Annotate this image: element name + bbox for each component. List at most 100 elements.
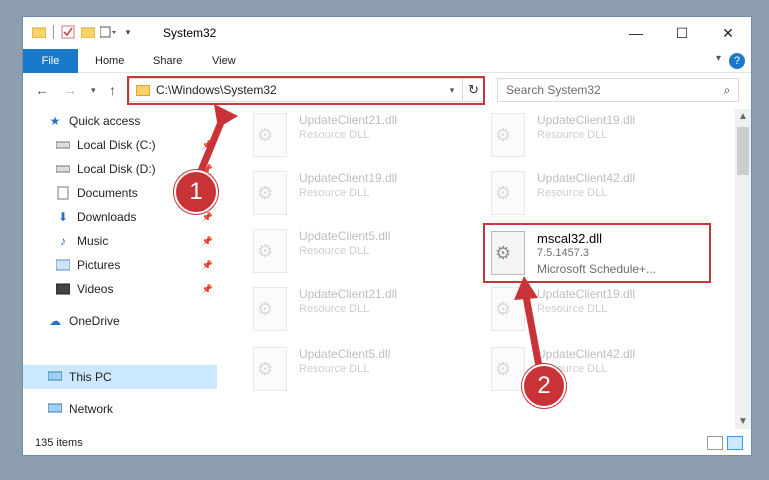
file-item[interactable]: ⚙ UpdateClient21.dll Resource DLL — [247, 109, 477, 163]
file-item[interactable]: ⚙ UpdateClient19.dll Resource DLL — [247, 167, 477, 221]
sidebar-item-label: Downloads — [77, 210, 137, 224]
maximize-button[interactable]: ☐ — [659, 17, 705, 49]
network-icon — [47, 401, 63, 417]
pictures-icon — [55, 257, 71, 273]
file-name: UpdateClient5.dll — [299, 229, 391, 243]
forward-arrow-icon[interactable]: → — [63, 82, 77, 98]
minimize-button[interactable]: — — [613, 17, 659, 49]
details-view-icon[interactable] — [707, 436, 723, 450]
file-item[interactable]: ⚙ UpdateClient19.dll Resource DLL — [485, 109, 715, 163]
scrollbar-thumb[interactable] — [737, 127, 749, 175]
recent-locations-icon[interactable]: ▾ — [91, 85, 96, 96]
chevron-down-icon[interactable]: ▾ — [120, 24, 136, 40]
sidebar-item-label: Documents — [77, 186, 138, 200]
sidebar-item-label: Videos — [77, 282, 114, 296]
sidebar-item-label: Quick access — [69, 114, 141, 128]
file-item[interactable]: ⚙ UpdateClient21.dll Resource DLL — [247, 283, 477, 337]
gear-icon: ⚙ — [495, 183, 512, 203]
gear-icon: ⚙ — [257, 359, 274, 379]
title-bar: ▾ System32 — ☐ ✕ — [23, 17, 751, 49]
sidebar-item-quick-access[interactable]: ★ Quick access — [23, 109, 217, 133]
up-arrow-icon[interactable]: ↑ — [109, 82, 116, 98]
file-type: Resource DLL — [537, 129, 608, 141]
file-name: UpdateClient19.dll — [299, 171, 398, 185]
window-controls: — ☐ ✕ — [613, 17, 751, 49]
help-icon[interactable]: ? — [729, 53, 745, 69]
pin-icon[interactable]: 📌 — [202, 236, 213, 247]
toolbar-separator — [53, 25, 54, 39]
file-item[interactable]: ⚙ UpdateClient5.dll Resource DLL — [247, 225, 477, 279]
sidebar-item-onedrive[interactable]: ☁ OneDrive — [23, 309, 217, 333]
gear-icon: ⚙ — [257, 183, 274, 203]
tab-home[interactable]: Home — [95, 49, 124, 73]
file-item[interactable]: ⚙ UpdateClient5.dll Resource DLL — [247, 343, 477, 397]
quick-access-toolbar: ▾ — [31, 24, 136, 40]
download-icon: ⬇ — [57, 210, 69, 224]
file-type: Resource DLL — [299, 129, 370, 141]
documents-icon — [55, 185, 71, 201]
file-name: UpdateClient19.dll — [537, 113, 636, 127]
sidebar-item-label: Local Disk (C:) — [77, 138, 156, 152]
file-name: UpdateClient5.dll — [299, 347, 391, 361]
navigation-pane: ★ Quick access Local Disk (C:) 📌 Local D… — [23, 109, 217, 429]
sidebar-item-label: Music — [77, 234, 109, 248]
scroll-up-icon[interactable]: ▲ — [738, 111, 748, 122]
gear-icon: ⚙ — [257, 241, 274, 261]
back-arrow-icon[interactable]: ← — [35, 82, 49, 98]
gear-icon: ⚙ — [257, 299, 274, 319]
file-type: Resource DLL — [537, 187, 608, 199]
file-explorer-window: ▾ System32 — ☐ ✕ File Home Share View ▾ … — [22, 16, 752, 456]
search-box[interactable]: Search System32 ⌕ — [497, 78, 739, 102]
file-type: Resource DLL — [299, 187, 370, 199]
file-type: Resource DLL — [299, 303, 370, 315]
window-title: System32 — [163, 26, 217, 40]
tab-file[interactable]: File — [23, 49, 78, 73]
step-1-badge: 1 — [174, 170, 218, 214]
customize-icon[interactable] — [100, 24, 116, 40]
file-highlight — [483, 223, 711, 283]
search-icon[interactable]: ⌕ — [716, 83, 738, 98]
search-input[interactable]: Search System32 — [498, 83, 716, 97]
sidebar-item-label: This PC — [69, 370, 112, 384]
drive-icon — [55, 137, 71, 153]
gear-icon: ⚙ — [495, 125, 512, 145]
status-bar: 135 items — [23, 431, 751, 455]
sidebar-item-network[interactable]: Network — [23, 397, 217, 421]
sidebar-item-pictures[interactable]: Pictures 📌 — [23, 253, 217, 277]
music-icon: ♪ — [60, 234, 66, 248]
vertical-scrollbar[interactable]: ▲ ▼ — [735, 109, 751, 429]
sidebar-item-label: OneDrive — [69, 314, 120, 328]
file-name: UpdateClient21.dll — [299, 287, 398, 301]
sidebar-item-local-disk-c[interactable]: Local Disk (C:) 📌 — [23, 133, 217, 157]
file-item[interactable]: ⚙ UpdateClient19.dll Resource DLL — [485, 283, 715, 337]
sidebar-item-music[interactable]: ♪ Music 📌 — [23, 229, 217, 253]
sidebar-item-label: Local Disk (D:) — [77, 162, 156, 176]
sidebar-item-videos[interactable]: Videos 📌 — [23, 277, 217, 301]
file-type: Resource DLL — [537, 303, 608, 315]
file-type: Resource DLL — [299, 245, 370, 257]
file-name: UpdateClient42.dll — [537, 347, 636, 361]
pin-icon[interactable]: 📌 — [202, 140, 213, 151]
new-folder-icon[interactable] — [80, 24, 96, 40]
file-item[interactable]: ⚙ UpdateClient42.dll Resource DLL — [485, 167, 715, 221]
pin-icon[interactable]: 📌 — [202, 212, 213, 223]
folder-icon[interactable] — [31, 24, 47, 40]
computer-icon — [47, 369, 63, 385]
file-name: UpdateClient19.dll — [537, 287, 636, 301]
close-button[interactable]: ✕ — [705, 17, 751, 49]
videos-icon — [55, 281, 71, 297]
file-item[interactable]: ⚙ UpdateClient42.dll Resource DLL — [485, 343, 715, 397]
expand-ribbon-icon[interactable]: ▾ — [716, 53, 721, 64]
tab-share[interactable]: Share — [153, 49, 182, 73]
properties-icon[interactable] — [60, 24, 76, 40]
pin-icon[interactable]: 📌 — [202, 260, 213, 271]
tab-view[interactable]: View — [212, 49, 236, 73]
scroll-down-icon[interactable]: ▼ — [738, 416, 748, 427]
pin-icon[interactable]: 📌 — [202, 284, 213, 295]
step-2-badge: 2 — [522, 364, 566, 408]
cloud-icon: ☁ — [49, 314, 61, 328]
ribbon-tabs: File Home Share View ▾ ? — [23, 49, 751, 73]
file-name: UpdateClient42.dll — [537, 171, 636, 185]
sidebar-item-this-pc[interactable]: This PC — [23, 365, 217, 389]
large-icons-view-icon[interactable] — [727, 436, 743, 450]
